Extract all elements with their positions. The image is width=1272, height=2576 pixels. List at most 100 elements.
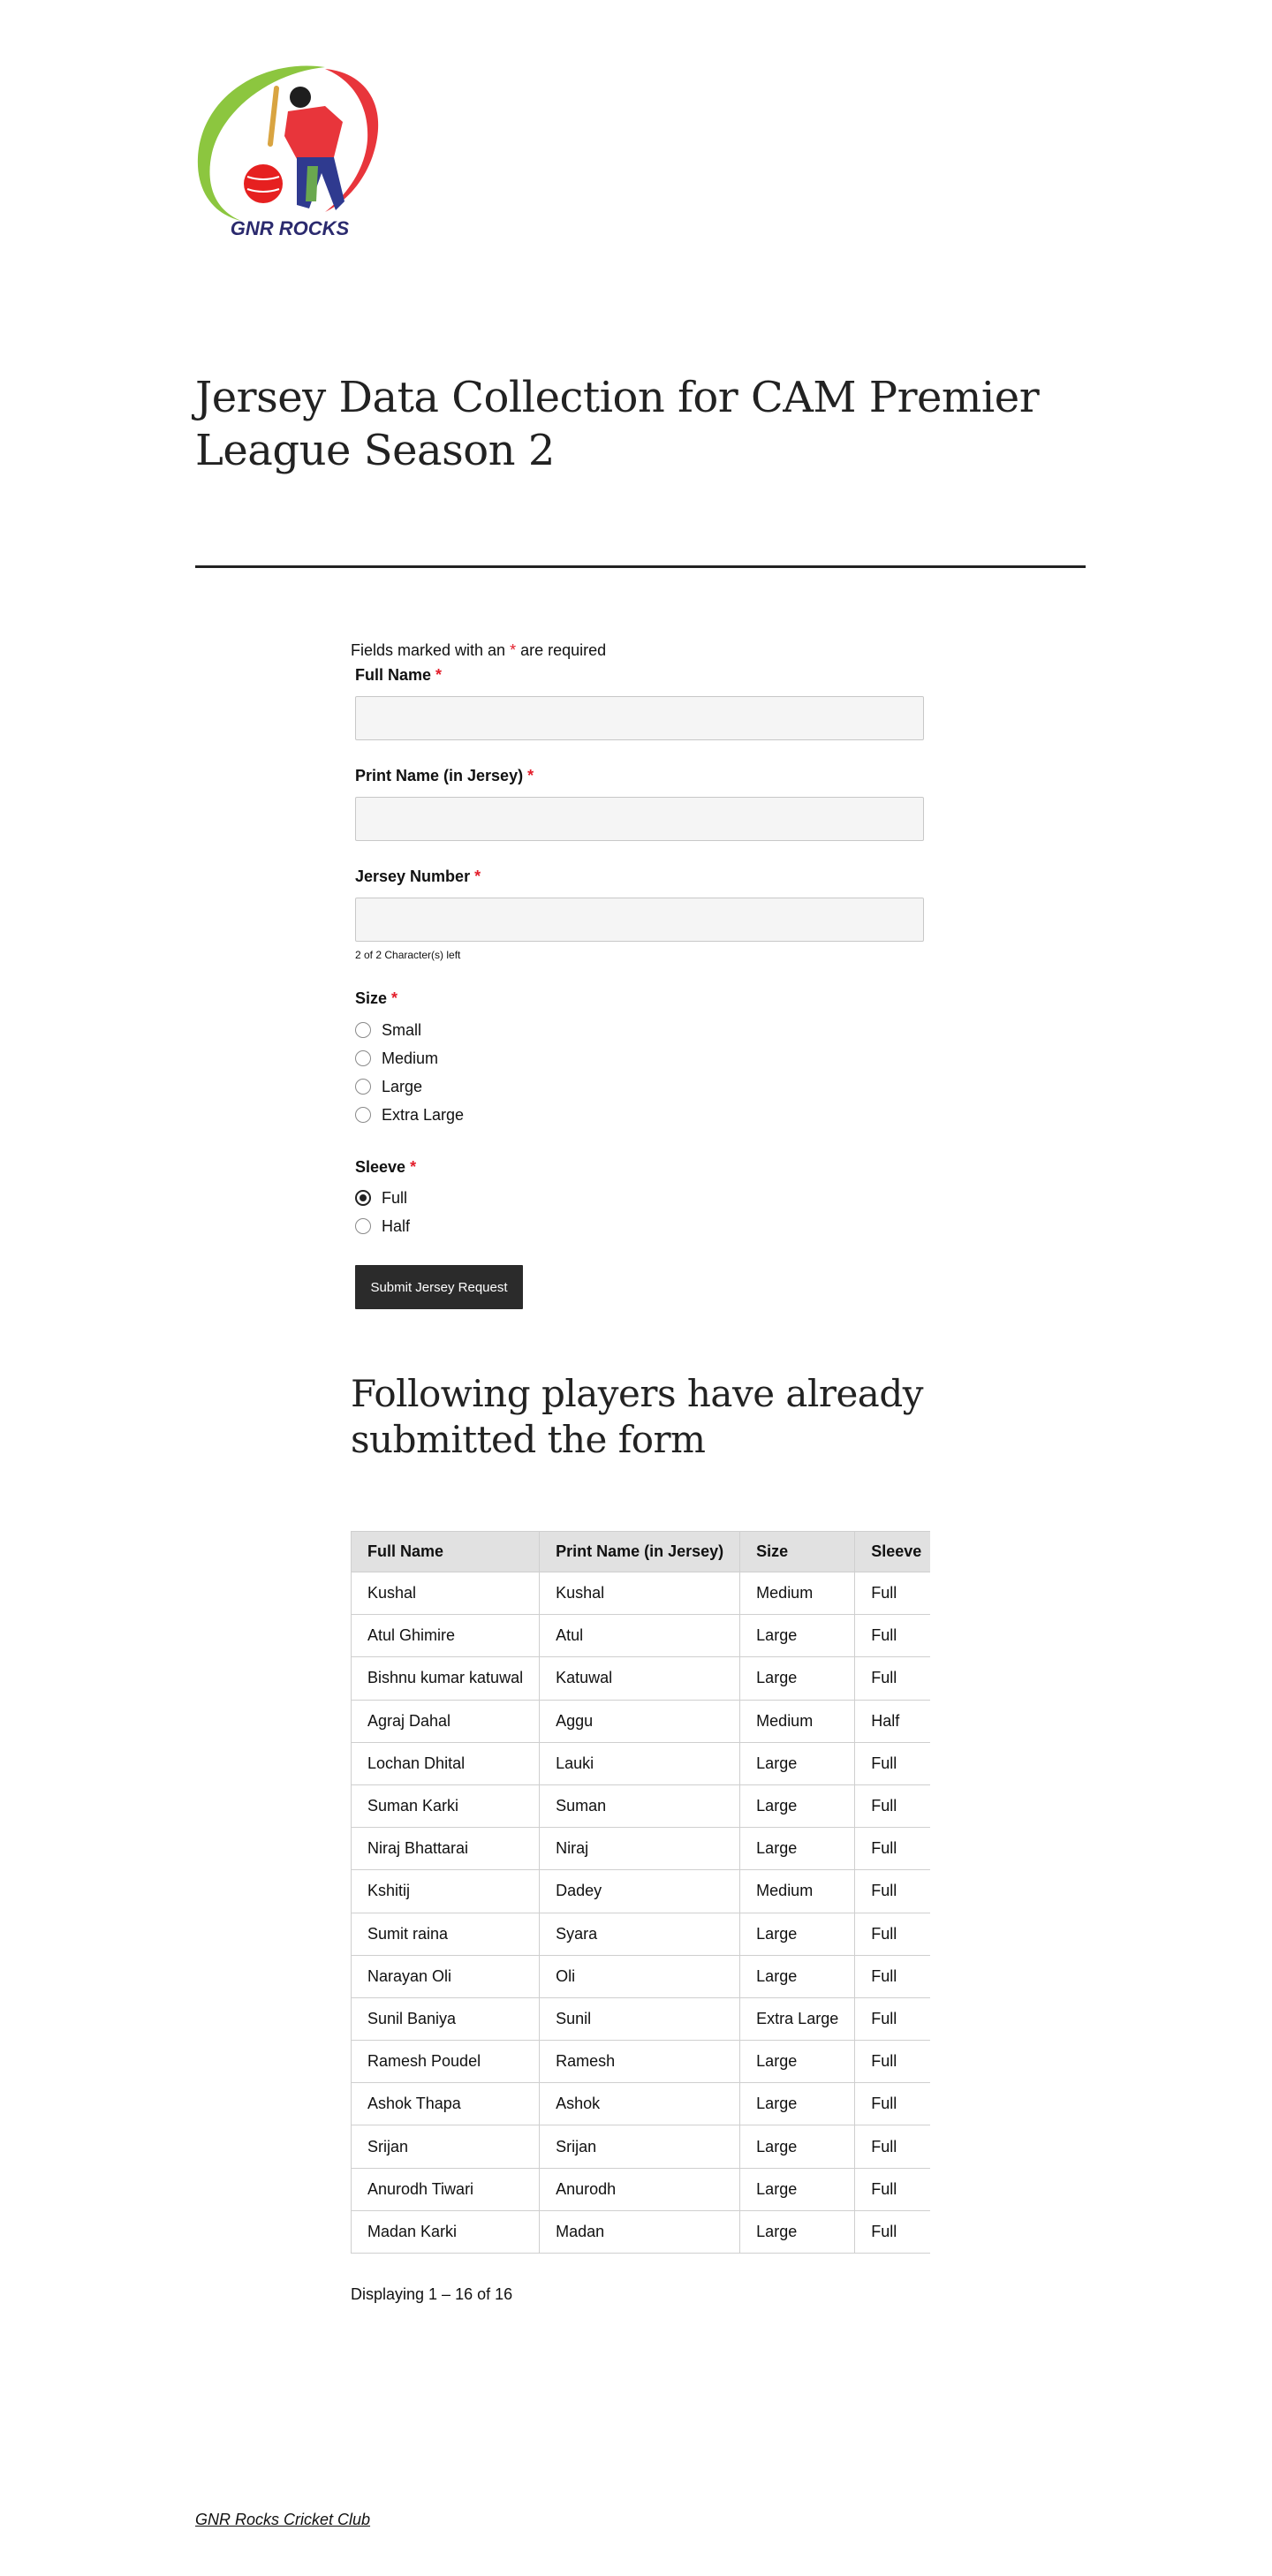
table-row: Ramesh Poudel Ramesh Large Full bbox=[351, 2040, 930, 2084]
logo-text: GNR ROCKS bbox=[231, 217, 350, 239]
cell-print-name: Aggu bbox=[539, 1699, 741, 1743]
table-row: Niraj Bhattarai Niraj Large Full bbox=[351, 1827, 930, 1871]
table-row: Sunil Baniya Sunil Extra Large Full bbox=[351, 1996, 930, 2042]
cell-sleeve: Full bbox=[854, 1954, 930, 1998]
cell-size: Large bbox=[739, 1614, 856, 1658]
print-name-input[interactable] bbox=[355, 797, 924, 841]
cell-size: Large bbox=[739, 2209, 856, 2254]
cell-full-name: Niraj Bhattarai bbox=[351, 1827, 541, 1871]
radio-button[interactable] bbox=[355, 1050, 371, 1066]
print-name-label: Print Name (in Jersey) * bbox=[355, 767, 534, 784]
cell-print-name: Lauki bbox=[539, 1741, 741, 1785]
cell-size: Large bbox=[739, 1741, 856, 1785]
table-row: Kushal Kushal Medium Full bbox=[351, 1571, 930, 1616]
cell-full-name: Narayan Oli bbox=[351, 1954, 541, 1998]
table-row: Kshitij Dadey Medium Full bbox=[351, 1869, 930, 1913]
cell-size: Extra Large bbox=[739, 1996, 856, 2042]
cell-full-name: Ashok Thapa bbox=[351, 2082, 541, 2126]
sleeve-label: Sleeve * bbox=[355, 1158, 417, 1176]
sleeve-option-half[interactable]: Half bbox=[355, 1216, 410, 1236]
cell-print-name: Srijan bbox=[539, 2125, 741, 2169]
full-name-label: Full Name * bbox=[355, 666, 443, 684]
table-header-row: Full Name Print Name (in Jersey) Size Sl… bbox=[351, 1531, 930, 1572]
cell-full-name: Madan Karki bbox=[351, 2209, 541, 2254]
table-row: Srijan Srijan Large Full bbox=[351, 2125, 930, 2169]
cell-sleeve: Full bbox=[854, 2209, 930, 2254]
cell-sleeve: Full bbox=[854, 1741, 930, 1785]
table-row: Narayan Oli Oli Large Full bbox=[351, 1954, 930, 1998]
table-row: Sumit raina Syara Large Full bbox=[351, 1912, 930, 1956]
footer-site-link[interactable]: GNR Rocks Cricket Club bbox=[195, 2511, 370, 2529]
table-row: Ashok Thapa Ashok Large Full bbox=[351, 2082, 930, 2126]
cell-sleeve: Full bbox=[854, 1869, 930, 1913]
cell-sleeve: Half bbox=[854, 1699, 930, 1743]
jersey-number-input[interactable] bbox=[355, 898, 924, 942]
cell-print-name: Ashok bbox=[539, 2082, 741, 2126]
cell-print-name: Oli bbox=[539, 1954, 741, 1998]
cell-print-name: Niraj bbox=[539, 1827, 741, 1871]
full-name-input[interactable] bbox=[355, 696, 924, 740]
cell-full-name: Sumit raina bbox=[351, 1912, 541, 1956]
cell-size: Large bbox=[739, 1912, 856, 1956]
jersey-number-label: Jersey Number * bbox=[355, 868, 481, 885]
cell-full-name: Sunil Baniya bbox=[351, 1996, 541, 2042]
cell-print-name: Dadey bbox=[539, 1869, 741, 1913]
table-row: Suman Karki Suman Large Full bbox=[351, 1784, 930, 1829]
size-label: Size * bbox=[355, 989, 398, 1007]
cell-sleeve: Full bbox=[854, 1912, 930, 1956]
radio-button[interactable] bbox=[355, 1107, 371, 1123]
cell-size: Medium bbox=[739, 1869, 856, 1913]
cell-sleeve: Full bbox=[854, 2082, 930, 2126]
radio-button[interactable] bbox=[355, 1079, 371, 1095]
cell-size: Large bbox=[739, 1656, 856, 1701]
table-row: Bishnu kumar katuwal Katuwal Large Full bbox=[351, 1656, 930, 1701]
cell-sleeve: Full bbox=[854, 1656, 930, 1701]
cell-full-name: Anurodh Tiwari bbox=[351, 2167, 541, 2211]
cell-print-name: Kushal bbox=[539, 1571, 741, 1616]
submit-jersey-button[interactable]: Submit Jersey Request bbox=[355, 1265, 523, 1309]
gnr-rocks-logo[interactable]: GNR ROCKS bbox=[193, 60, 387, 246]
column-header-full-name[interactable]: Full Name bbox=[351, 1531, 541, 1572]
column-header-sleeve[interactable]: Sleeve bbox=[854, 1531, 930, 1572]
size-option-extra-large[interactable]: Extra Large bbox=[355, 1105, 464, 1125]
radio-button[interactable] bbox=[355, 1218, 371, 1234]
table-row: Madan Karki Madan Large Full bbox=[351, 2209, 930, 2254]
cell-print-name: Syara bbox=[539, 1912, 741, 1956]
cell-sleeve: Full bbox=[854, 1827, 930, 1871]
cell-print-name: Ramesh bbox=[539, 2040, 741, 2084]
cell-print-name: Anurodh bbox=[539, 2167, 741, 2211]
radio-button[interactable] bbox=[355, 1022, 371, 1038]
sleeve-option-full[interactable]: Full bbox=[355, 1188, 407, 1208]
cell-size: Large bbox=[739, 1827, 856, 1871]
pagination-status: Displaying 1 – 16 of 16 bbox=[351, 2285, 513, 2303]
cell-sleeve: Full bbox=[854, 1571, 930, 1616]
cell-size: Medium bbox=[739, 1571, 856, 1616]
cell-sleeve: Full bbox=[854, 1784, 930, 1829]
cell-size: Large bbox=[739, 1954, 856, 1998]
table-row: Anurodh Tiwari Anurodh Large Full bbox=[351, 2167, 930, 2211]
jersey-form: Fields marked with an * are required Ful… bbox=[351, 641, 934, 1309]
cell-full-name: Suman Karki bbox=[351, 1784, 541, 1829]
size-option-large[interactable]: Large bbox=[355, 1077, 422, 1096]
table-row: Agraj Dahal Aggu Medium Half bbox=[351, 1699, 930, 1743]
column-header-size[interactable]: Size bbox=[739, 1531, 856, 1572]
cell-size: Large bbox=[739, 2040, 856, 2084]
column-header-print-name[interactable]: Print Name (in Jersey) bbox=[539, 1531, 741, 1572]
cell-sleeve: Full bbox=[854, 2040, 930, 2084]
cell-size: Large bbox=[739, 2125, 856, 2169]
required-note: Fields marked with an * are required bbox=[351, 641, 607, 659]
page-title: Jersey Data Collection for CAM Premier L… bbox=[195, 373, 1040, 475]
cell-size: Medium bbox=[739, 1699, 856, 1743]
submissions-table-wrap[interactable]: Full Name Print Name (in Jersey) Size Sl… bbox=[351, 1531, 930, 2255]
cell-size: Large bbox=[739, 1784, 856, 1829]
cell-print-name: Katuwal bbox=[539, 1656, 741, 1701]
size-option-medium[interactable]: Medium bbox=[355, 1049, 438, 1068]
cell-full-name: Ramesh Poudel bbox=[351, 2040, 541, 2084]
cell-sleeve: Full bbox=[854, 2167, 930, 2211]
radio-button-selected[interactable] bbox=[355, 1190, 371, 1206]
size-option-small[interactable]: Small bbox=[355, 1020, 421, 1040]
cell-size: Large bbox=[739, 2082, 856, 2126]
cell-full-name: Srijan bbox=[351, 2125, 541, 2169]
cell-sleeve: Full bbox=[854, 1996, 930, 2042]
table-row: Atul Ghimire Atul Large Full bbox=[351, 1614, 930, 1658]
